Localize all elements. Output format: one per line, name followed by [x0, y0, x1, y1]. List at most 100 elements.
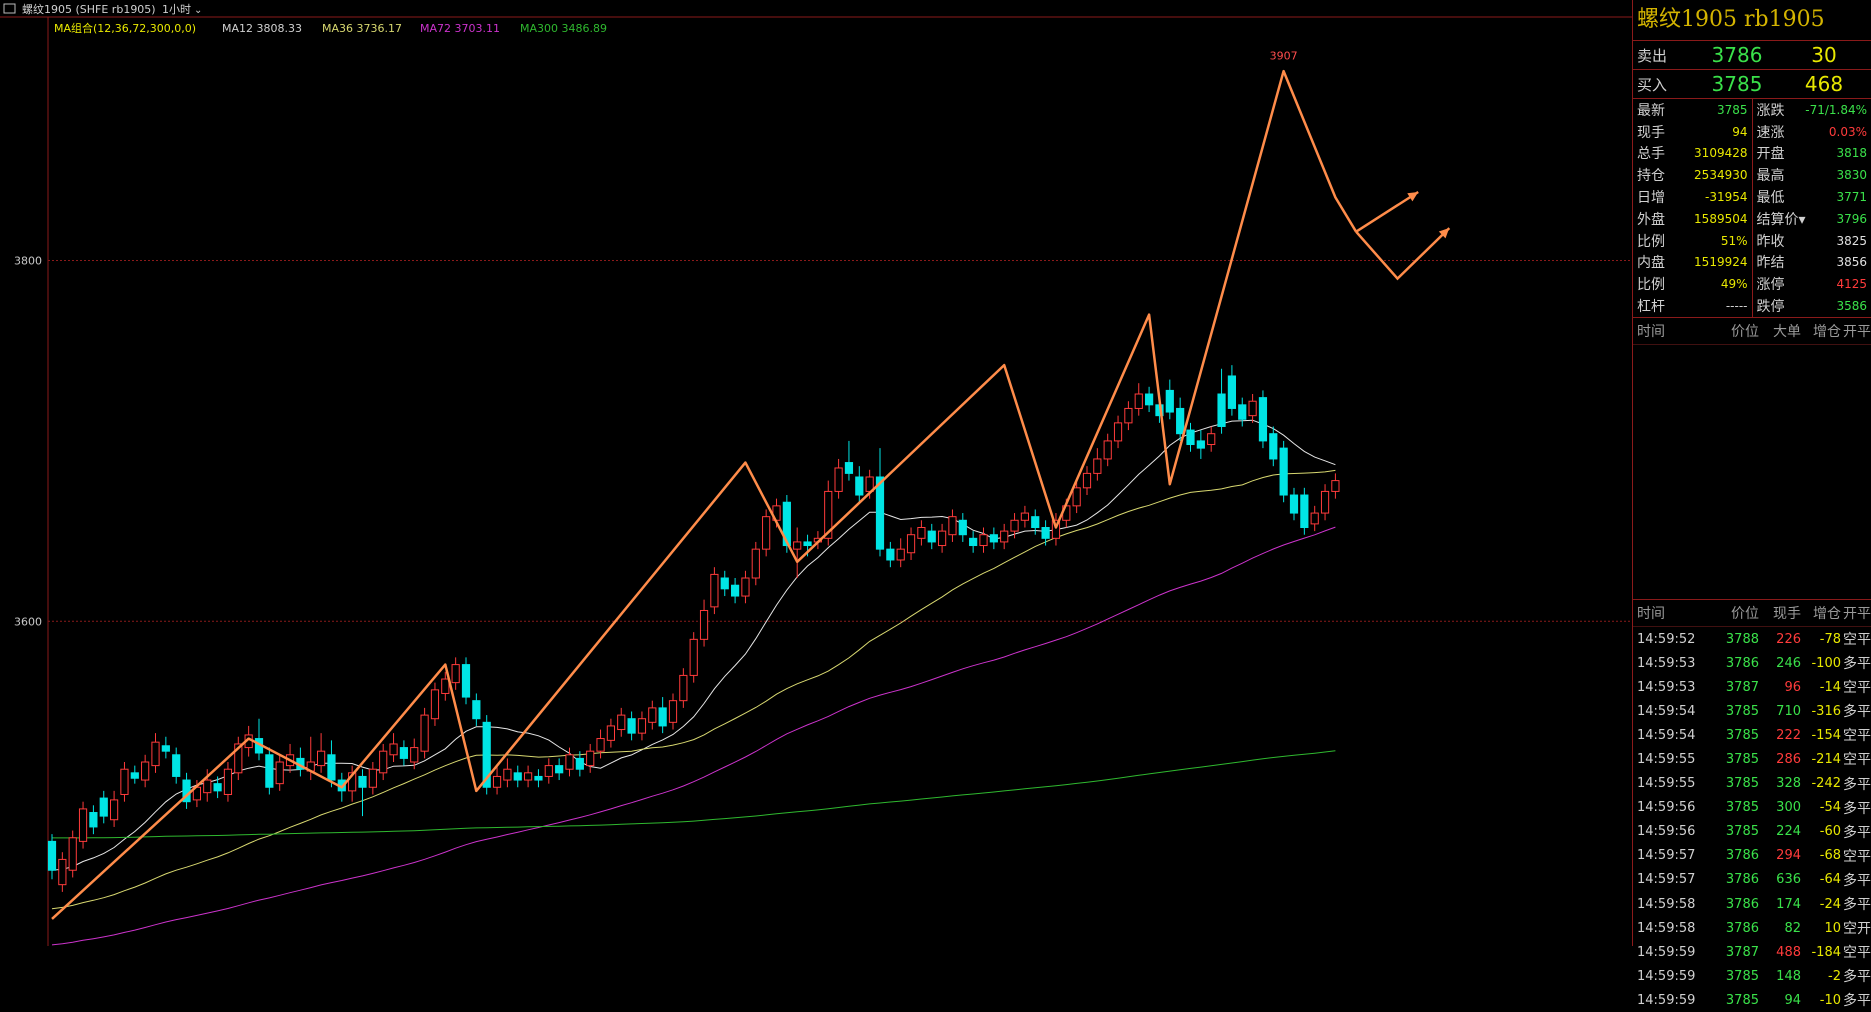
- tick-row[interactable]: 14:59:593785148-2多平: [1633, 964, 1871, 988]
- candle-body: [473, 701, 480, 719]
- tick-row[interactable]: 14:59:5837868210空开: [1633, 916, 1871, 940]
- tick-row[interactable]: 14:59:563785300-54多平: [1633, 796, 1871, 820]
- window-icon[interactable]: [4, 4, 15, 13]
- tick-row[interactable]: 14:59:553785286-214空平: [1633, 747, 1871, 771]
- stat-label[interactable]: 结算价▾: [1757, 209, 1806, 229]
- tick-oi: -78: [1801, 632, 1841, 647]
- big-header-price: 价位: [1719, 321, 1759, 341]
- tick-time: 14:59:52: [1633, 632, 1719, 647]
- tick-time: 14:59:53: [1633, 656, 1719, 671]
- chevron-down-icon[interactable]: ⌄: [194, 5, 202, 16]
- tick-volume: 488: [1759, 945, 1801, 960]
- candle-body: [1239, 405, 1246, 419]
- tick-price: 3786: [1719, 921, 1759, 936]
- stat-label: 内盘: [1637, 252, 1665, 272]
- ma36-legend: MA36 3736.17: [322, 22, 402, 35]
- big-order-list[interactable]: [1633, 345, 1871, 600]
- candle-body: [845, 463, 852, 474]
- big-header-time: 时间: [1633, 321, 1719, 341]
- stat-label: 最高: [1757, 165, 1785, 185]
- candle-body: [369, 769, 376, 787]
- candle-body: [918, 527, 925, 538]
- bid-row[interactable]: 买入 3785 468: [1633, 70, 1871, 99]
- tick-row[interactable]: 14:59:563785224-60多平: [1633, 820, 1871, 844]
- tick-price: 3788: [1719, 632, 1759, 647]
- ma-group-label[interactable]: MA组合(12,36,72,300,0,0): [54, 21, 196, 35]
- candle-body: [1259, 398, 1266, 441]
- tick-time: 14:59:59: [1633, 945, 1719, 960]
- candle-body: [669, 701, 676, 723]
- tick-row[interactable]: 14:59:53378796-14空平: [1633, 675, 1871, 699]
- candle-body: [566, 755, 573, 769]
- tick-type: 多平: [1841, 990, 1871, 1010]
- candle-body: [752, 549, 759, 578]
- ask-row[interactable]: 卖出 3786 30: [1633, 41, 1871, 70]
- stat-value: 3771: [1836, 190, 1867, 204]
- pattern-overlay: 3907: [52, 50, 1449, 919]
- tick-row[interactable]: 14:59:593787488-184空平: [1633, 940, 1871, 964]
- stat-value: 3830: [1836, 168, 1867, 182]
- y-tick-label: 3800: [14, 255, 42, 268]
- ma300-legend: MA300 3486.89: [520, 22, 607, 35]
- ma300-line: [52, 751, 1335, 838]
- stat-label: 比例: [1637, 231, 1665, 251]
- tick-type: 多平: [1841, 653, 1871, 673]
- tick-row[interactable]: 14:59:543785710-316多平: [1633, 699, 1871, 723]
- tick-oi: -214: [1801, 752, 1841, 767]
- tick-price: 3786: [1719, 848, 1759, 863]
- tick-row[interactable]: 14:59:59378594-10多平: [1633, 988, 1871, 1012]
- candle-body: [1135, 394, 1142, 408]
- candle-body: [442, 679, 449, 693]
- stat-row: 最新3785: [1633, 99, 1752, 121]
- tick-volume: 82: [1759, 921, 1801, 936]
- tick-volume: 636: [1759, 872, 1801, 887]
- tick-list[interactable]: 14:59:523788226-78空平14:59:533786246-100多…: [1633, 627, 1871, 1012]
- tick-row[interactable]: 14:59:533786246-100多平: [1633, 651, 1871, 675]
- stat-row: 结算价▾3796: [1753, 208, 1871, 230]
- tick-row[interactable]: 14:59:583786174-24多平: [1633, 892, 1871, 916]
- tick-oi: -100: [1801, 656, 1841, 671]
- ma72-legend: MA72 3703.11: [420, 22, 500, 35]
- candle-body: [1249, 401, 1256, 415]
- tick-oi: -2: [1801, 969, 1841, 984]
- stat-label: 涨跌: [1757, 100, 1785, 120]
- candle-body: [380, 751, 387, 773]
- tick-oi: -68: [1801, 848, 1841, 863]
- contract-title: 螺纹1905 rb1905: [1633, 0, 1871, 41]
- tick-price: 3787: [1719, 680, 1759, 695]
- candle-body: [928, 531, 935, 542]
- stats-left-column: 最新3785现手94总手3109428持仓2534930日增-31954外盘15…: [1633, 99, 1752, 317]
- tick-type: 空平: [1841, 677, 1871, 697]
- candle-body: [1146, 394, 1153, 405]
- stat-row: 昨结3856: [1753, 252, 1871, 274]
- candlestick-chart[interactable]: 36003800 3907 螺纹1905 (SHFE rb1905) 1小时 ⌄…: [0, 0, 1632, 946]
- tick-row[interactable]: 14:59:573786294-68空平: [1633, 844, 1871, 868]
- tick-type: 空平: [1841, 846, 1871, 866]
- tick-header-vol: 现手: [1759, 603, 1801, 623]
- tick-price: 3786: [1719, 897, 1759, 912]
- tick-time: 14:59:54: [1633, 728, 1719, 743]
- candle-body: [1218, 394, 1225, 426]
- stat-value: 2534930: [1694, 168, 1747, 182]
- stat-row: 杠杆-----: [1633, 295, 1752, 317]
- tick-row[interactable]: 14:59:573786636-64多平: [1633, 868, 1871, 892]
- tick-row[interactable]: 14:59:553785328-242多平: [1633, 772, 1871, 796]
- candle-body: [1001, 531, 1008, 542]
- candle-body: [556, 766, 563, 773]
- candle-body: [1228, 376, 1235, 408]
- tick-row[interactable]: 14:59:523788226-78空平: [1633, 627, 1871, 651]
- candle-body: [1083, 473, 1090, 487]
- big-order-header: 时间 价位 大单 增仓 开平: [1633, 318, 1871, 345]
- period-selector[interactable]: 1小时: [162, 3, 191, 16]
- quote-panel: 螺纹1905 rb1905 卖出 3786 30 买入 3785 468 最新3…: [1632, 0, 1871, 946]
- tick-price: 3785: [1719, 969, 1759, 984]
- candle-body: [897, 549, 904, 560]
- candle-body: [607, 726, 614, 740]
- stat-row: 比例49%: [1633, 273, 1752, 295]
- candle-layer: [48, 365, 1339, 892]
- tick-price: 3785: [1719, 800, 1759, 815]
- tick-row[interactable]: 14:59:543785222-154空平: [1633, 723, 1871, 747]
- tick-header-time: 时间: [1633, 603, 1719, 623]
- stat-value: 3586: [1836, 299, 1867, 313]
- candle-body: [59, 859, 66, 884]
